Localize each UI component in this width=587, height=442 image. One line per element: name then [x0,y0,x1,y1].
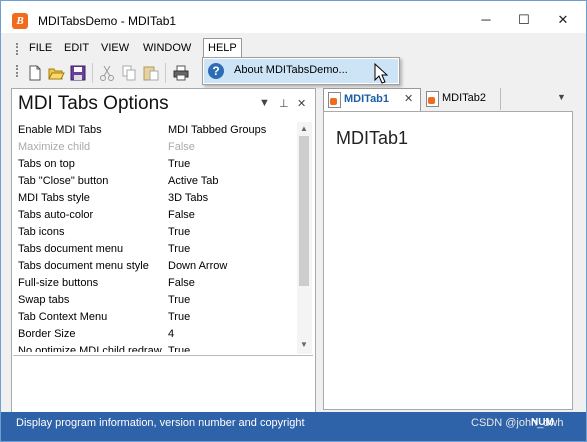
property-name: Tab icons [18,226,65,238]
close-button[interactable]: ✕ [548,9,578,31]
property-name: Tabs on top [18,158,75,170]
scroll-thumb[interactable] [299,136,309,286]
property-row[interactable]: Border Size 4 [13,326,297,343]
property-name: Tabs document menu [18,243,124,255]
app-window: B MDITabsDemo - MDITab1 ─ ☐ ✕ FILE EDIT … [0,0,587,442]
pin-icon[interactable]: ⊥ [279,97,289,110]
property-row[interactable]: Swap tabs True [13,292,297,309]
menu-help[interactable]: HELP [203,38,242,59]
property-name: Tabs auto-color [18,209,94,221]
mouse-cursor-icon [374,63,388,84]
property-row: Maximize child False [13,139,297,156]
open-icon[interactable] [47,64,65,82]
scroll-down-icon[interactable]: ▼ [300,340,308,349]
property-name: Maximize child [18,141,91,153]
property-row[interactable]: Tab Context Menu True [13,309,297,326]
toolbar-grip-icon [16,65,20,77]
toolbar-separator [92,63,93,83]
property-row[interactable]: Tabs document menu style Down Arrow [13,258,297,275]
minimize-button[interactable]: ─ [471,9,501,31]
copy-icon[interactable] [120,64,138,82]
tab-mditab2[interactable]: MDITab2 [422,88,501,110]
property-row[interactable]: MDI Tabs style 3D Tabs [13,190,297,207]
property-value[interactable]: False [168,275,195,292]
help-icon: ? [208,63,224,79]
help-dropdown-menu: ? About MDITabsDemo... [202,57,400,85]
document-icon [426,91,439,107]
save-icon[interactable] [69,64,87,82]
menu-view[interactable]: VIEW [97,39,133,57]
property-name: MDI Tabs style [18,192,90,204]
property-row[interactable]: Full-size buttons False [13,275,297,292]
window-title: MDITabsDemo - MDITab1 [38,14,177,28]
mdi-document-area: MDITab1 ✕ MDITab2 ▼ MDITab1 [321,88,575,411]
tab-label: MDITab2 [442,92,487,104]
tab-label: MDITab1 [344,93,390,105]
panel-divider [13,355,313,356]
property-row[interactable]: Tabs document menu True [13,241,297,258]
property-name: Swap tabs [18,294,70,306]
property-value[interactable]: False [168,207,195,224]
property-row[interactable]: Enable MDI Tabs MDI Tabbed Groups [13,122,297,139]
panel-dropdown-icon[interactable]: ▼ [259,97,270,109]
maximize-button[interactable]: ☐ [509,9,539,31]
property-row[interactable]: Tabs on top True [13,156,297,173]
property-value: False [168,141,195,153]
property-value[interactable]: True [168,156,190,173]
menu-file[interactable]: FILE [25,39,56,57]
title-bar[interactable]: B MDITabsDemo - MDITab1 ─ ☐ ✕ [1,1,586,33]
menu-grip-icon [16,43,20,55]
property-value[interactable]: True [168,309,190,326]
paste-icon[interactable] [142,64,160,82]
print-icon[interactable] [172,64,190,82]
document-content[interactable]: MDITab1 [323,111,573,410]
property-value[interactable]: True [168,224,190,241]
property-row[interactable]: Tabs auto-color False [13,207,297,224]
property-value[interactable]: True [168,292,190,309]
menu-bar: FILE EDIT VIEW WINDOW HELP [1,35,586,59]
property-value[interactable]: Down Arrow [168,258,227,275]
num-lock-indicator: NUM [531,417,554,428]
property-value[interactable]: MDI Tabbed Groups [168,122,266,139]
property-name: No optimize MDI child redraw [18,345,162,352]
menu-window[interactable]: WINDOW [139,39,195,57]
property-row[interactable]: Tab icons True [13,224,297,241]
property-name: Border Size [18,328,76,340]
property-name: Tab "Close" button [18,175,109,187]
toolbar-separator [165,63,166,83]
property-scrollbar[interactable]: ▲ ▼ [297,122,312,354]
app-icon: B [12,13,28,29]
tab-mditab1[interactable]: MDITab1 ✕ [323,88,421,111]
scroll-up-icon[interactable]: ▲ [300,124,308,133]
panel-title: MDI Tabs Options [18,93,169,114]
property-row[interactable]: Tab "Close" button Active Tab [13,173,297,190]
property-row[interactable]: No optimize MDI child redraw True [13,343,297,352]
tab-document-menu-icon[interactable]: ▼ [557,92,566,102]
new-icon[interactable] [26,64,44,82]
tab-close-icon[interactable]: ✕ [404,92,413,105]
options-panel: MDI Tabs Options ▼ ⊥ ✕ Enable MDI Tabs MD… [11,88,316,413]
document-text: MDITab1 [336,128,409,148]
status-bar: Display program information, version num… [1,412,586,441]
property-name: Tab Context Menu [18,311,108,323]
menu-edit[interactable]: EDIT [60,39,93,57]
property-name: Enable MDI Tabs [18,124,102,136]
about-menu-label: About MDITabsDemo... [234,64,348,76]
document-icon [328,92,341,108]
property-value[interactable]: Active Tab [168,173,219,190]
property-value[interactable]: True [168,241,190,258]
about-menu-item[interactable]: ? About MDITabsDemo... [204,59,398,83]
property-name: Tabs document menu style [18,260,149,272]
property-name: Full-size buttons [18,277,99,289]
property-value[interactable]: True [168,343,190,352]
panel-close-icon[interactable]: ✕ [297,97,306,110]
cut-icon[interactable] [98,64,116,82]
property-value[interactable]: 4 [168,326,174,343]
property-value[interactable]: 3D Tabs [168,190,208,207]
property-grid: Enable MDI Tabs MDI Tabbed Groups Maximiz… [13,122,297,352]
status-text: Display program information, version num… [16,417,305,429]
